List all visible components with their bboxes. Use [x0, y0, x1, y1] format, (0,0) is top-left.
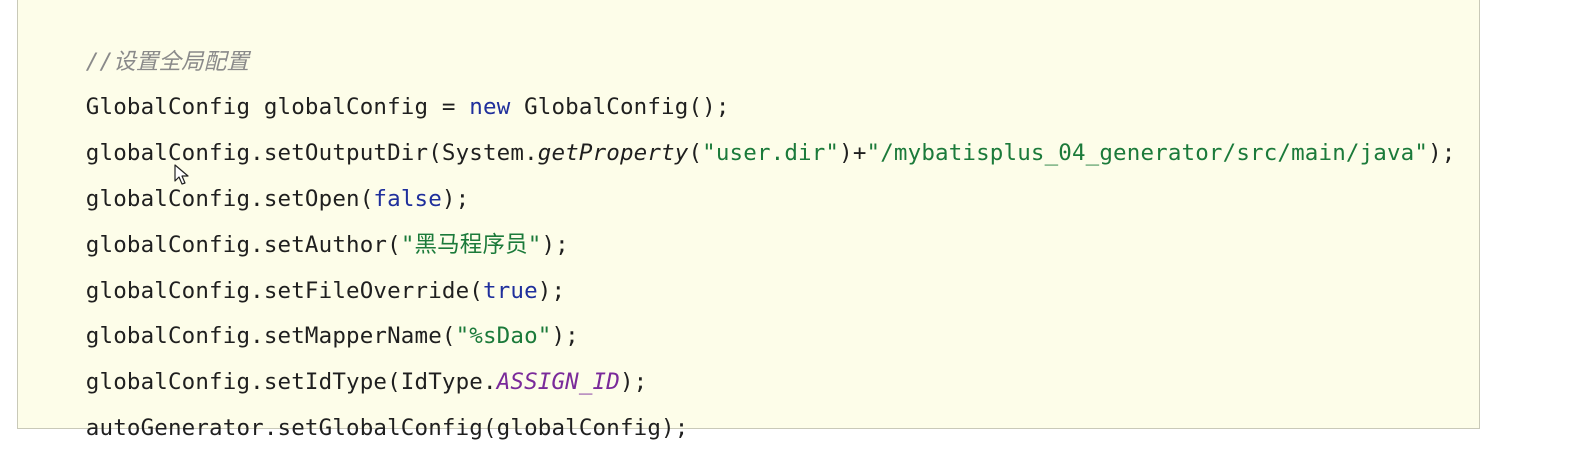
code-text: (	[688, 140, 703, 166]
code-text: autoGenerator.setGlobalConfig(globalConf…	[85, 415, 689, 441]
code-block: //设置全局配置 GlobalConfig globalConfig = new…	[17, 0, 1480, 441]
code-line-8: autoGenerator.setGlobalConfig(globalConf…	[31, 383, 688, 473]
string-literal: "/mybatisplus_04_generator/src/main/java…	[866, 140, 1429, 166]
code-text: )+	[839, 140, 867, 166]
mouse-pointer-icon	[174, 164, 189, 185]
string-literal: "user.dir"	[702, 140, 840, 166]
static-method: getProperty	[537, 140, 689, 166]
code-text: );	[1428, 140, 1456, 166]
